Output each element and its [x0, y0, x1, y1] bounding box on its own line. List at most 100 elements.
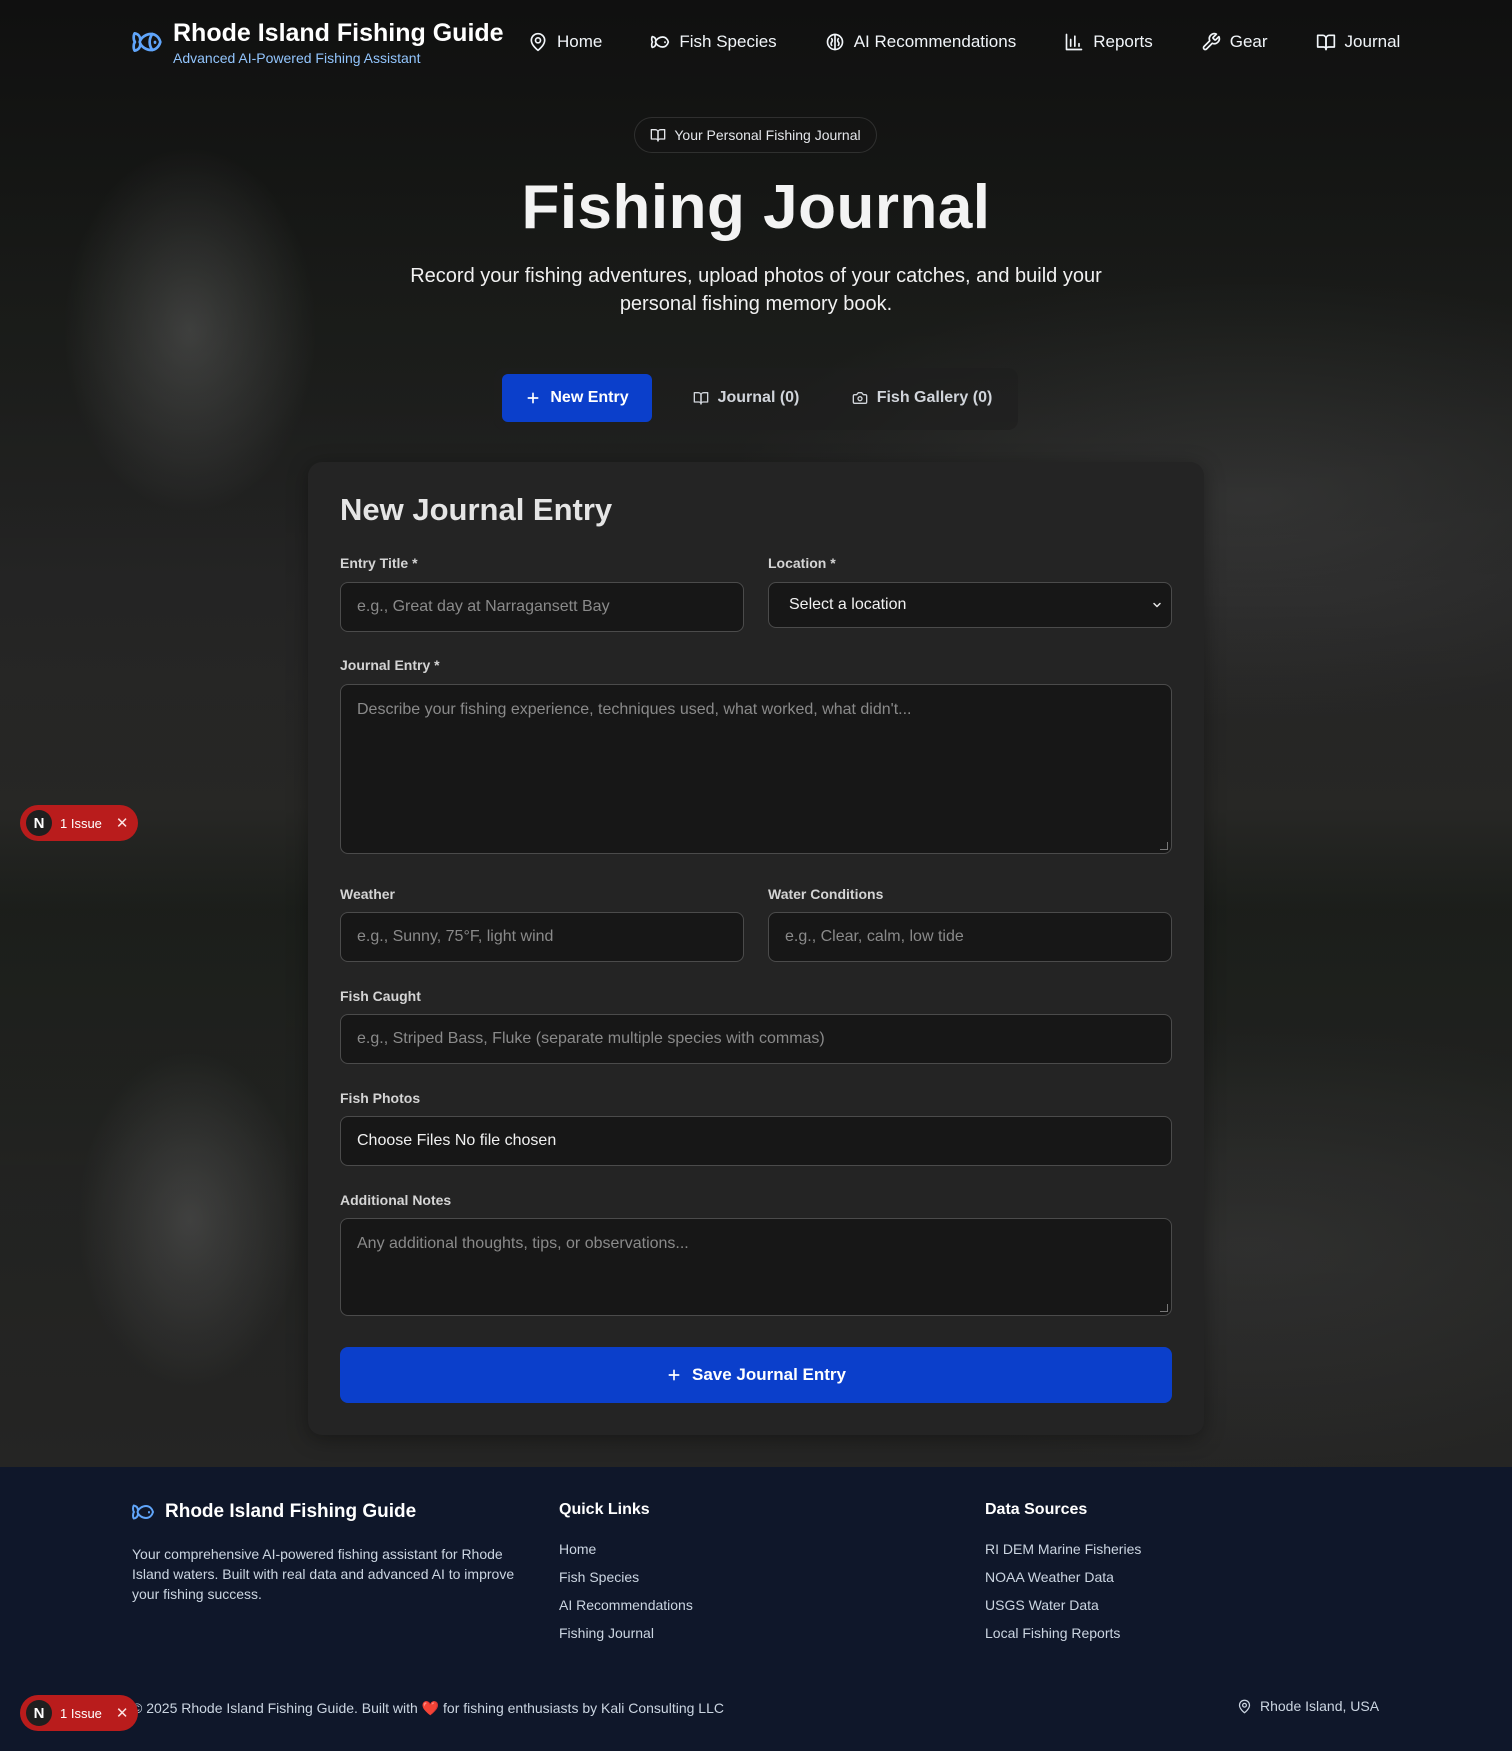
journal-tabs: New Entry Journal (0) Fish Gallery (0): [494, 368, 1018, 430]
nav-journal[interactable]: Journal: [1316, 30, 1401, 54]
fish-caught-placeholder: e.g., Striped Bass, Fluke (separate mult…: [357, 1030, 825, 1047]
resize-handle[interactable]: [1160, 842, 1168, 850]
fish-photos-file-input[interactable]: Choose Files No file chosen: [340, 1116, 1172, 1166]
footer-brand: Rhode Island Fishing Guide: [131, 1500, 416, 1524]
nav-journal-label: Journal: [1344, 32, 1401, 51]
book-icon: [693, 392, 708, 405]
book-icon: [651, 129, 666, 142]
site-title: Rhode Island Fishing Guide: [173, 19, 504, 47]
issue-badge[interactable]: N 1 Issue ✕: [20, 1695, 138, 1731]
footer-link-fishing-journal[interactable]: Fishing Journal: [559, 1625, 654, 1641]
tab-journal[interactable]: Journal (0): [666, 374, 826, 422]
journal-pill: Your Personal Fishing Journal: [634, 117, 877, 153]
copyright: © 2025 Rhode Island Fishing Guide. Built…: [132, 1700, 724, 1717]
page-title: Fishing Journal: [521, 173, 991, 242]
weather-placeholder: e.g., Sunny, 75°F, light wind: [357, 928, 554, 945]
location-select[interactable]: Select a location: [768, 582, 1172, 628]
nav-fish-species[interactable]: Fish Species: [650, 30, 777, 54]
nav-home-label: Home: [557, 32, 603, 51]
main-nav: Home Fish Species AI Recommendations Rep…: [528, 30, 1400, 54]
plus-icon: [668, 1369, 680, 1381]
site-subtitle: Advanced AI-Powered Fishing Assistant: [173, 50, 421, 66]
footer-location-label: Rhode Island, USA: [1260, 1698, 1380, 1714]
map-pin-icon: [1238, 1699, 1251, 1713]
weather-label: Weather: [340, 886, 395, 902]
additional-notes-label: Additional Notes: [340, 1192, 452, 1208]
footer: Rhode Island Fishing Guide Your comprehe…: [0, 1467, 1512, 1751]
nav-home[interactable]: Home: [528, 30, 602, 54]
nav-gear[interactable]: Gear: [1201, 30, 1268, 54]
location-select-value: Select a location: [789, 596, 907, 613]
book-icon: [1316, 34, 1335, 51]
close-icon[interactable]: ✕: [116, 814, 129, 832]
close-icon[interactable]: ✕: [116, 1704, 129, 1722]
wrench-icon: [1202, 32, 1220, 51]
fish-logo-icon: [132, 32, 162, 52]
fish-photos-label: Fish Photos: [340, 1090, 421, 1106]
tab-new-entry-label: New Entry: [550, 389, 629, 406]
nav-reports-label: Reports: [1093, 32, 1153, 51]
tab-fish-gallery-label: Fish Gallery (0): [876, 389, 993, 406]
issue-count: 1 Issue: [60, 815, 102, 831]
entry-title-placeholder: e.g., Great day at Narragansett Bay: [357, 598, 610, 615]
nav-gear-label: Gear: [1229, 32, 1268, 51]
nav-ai-recommendations-label: AI Recommendations: [853, 32, 1017, 51]
bar-chart-icon: [1065, 33, 1083, 51]
footer-location: Rhode Island, USA: [1237, 1698, 1379, 1714]
data-source-usgs[interactable]: USGS Water Data: [985, 1597, 1099, 1613]
footer-link-ai-recommendations[interactable]: AI Recommendations: [559, 1597, 693, 1613]
footer-link-fish-species[interactable]: Fish Species: [559, 1569, 639, 1585]
plus-icon: [527, 392, 539, 404]
tab-new-entry[interactable]: New Entry: [502, 374, 652, 422]
additional-notes-placeholder: Any additional thoughts, tips, or observ…: [357, 1235, 689, 1252]
data-sources-title: Data Sources: [985, 1501, 1088, 1518]
entry-title-input[interactable]: e.g., Great day at Narragansett Bay: [340, 582, 744, 632]
issue-count: 1 Issue: [60, 1705, 102, 1721]
page-description: Record your fishing adventures, upload p…: [410, 265, 1102, 315]
quick-links-title: Quick Links: [559, 1501, 650, 1518]
resize-handle[interactable]: [1160, 1304, 1168, 1312]
fish-caught-label: Fish Caught: [340, 988, 421, 1004]
brand[interactable]: Rhode Island Fishing Guide Advanced AI-P…: [131, 18, 504, 66]
heart-icon: ❤️: [421, 1700, 440, 1716]
camera-icon: [852, 392, 868, 404]
water-conditions-label: Water Conditions: [768, 886, 884, 902]
tab-fish-gallery[interactable]: Fish Gallery (0): [834, 374, 1010, 422]
water-conditions-placeholder: e.g., Clear, calm, low tide: [785, 928, 964, 945]
footer-description: Your comprehensive AI-powered fishing as…: [132, 1546, 515, 1602]
data-source-ri-dem[interactable]: RI DEM Marine Fisheries: [985, 1541, 1141, 1557]
fish-photos-value: Choose Files No file chosen: [357, 1132, 557, 1149]
location-label: Location *: [768, 555, 836, 571]
nav-ai-recommendations[interactable]: AI Recommendations: [825, 30, 1017, 54]
chevron-down-icon: [1153, 602, 1161, 608]
journal-entry-placeholder: Describe your fishing experience, techni…: [357, 701, 912, 718]
copyright-post: for fishing enthusiasts by Kali Consulti…: [443, 1700, 724, 1716]
nav-reports[interactable]: Reports: [1064, 30, 1153, 54]
water-conditions-input[interactable]: e.g., Clear, calm, low tide: [768, 912, 1172, 962]
new-entry-card: New Journal Entry Entry Title * e.g., Gr…: [308, 462, 1204, 1435]
fish-caught-input[interactable]: e.g., Striped Bass, Fluke (separate mult…: [340, 1014, 1172, 1064]
copyright-pre: © 2025 Rhode Island Fishing Guide. Built…: [132, 1700, 418, 1716]
brain-icon: [826, 33, 844, 51]
weather-input[interactable]: e.g., Sunny, 75°F, light wind: [340, 912, 744, 962]
footer-brand-label: Rhode Island Fishing Guide: [165, 1501, 417, 1522]
entry-title-label: Entry Title *: [340, 555, 418, 571]
nav-fish-species-label: Fish Species: [679, 32, 777, 51]
save-button-label: Save Journal Entry: [691, 1365, 846, 1384]
tab-journal-label: Journal (0): [717, 389, 800, 406]
form-title: New Journal Entry: [340, 492, 613, 527]
fish-logo-icon: [132, 1504, 154, 1520]
map-pin-icon: [530, 32, 546, 52]
additional-notes-textarea[interactable]: Any additional thoughts, tips, or observ…: [340, 1218, 1172, 1316]
journal-pill-label: Your Personal Fishing Journal: [674, 127, 861, 143]
footer-link-home[interactable]: Home: [559, 1541, 596, 1557]
data-source-noaa[interactable]: NOAA Weather Data: [985, 1569, 1114, 1585]
fish-icon: [651, 35, 670, 49]
save-journal-entry-button[interactable]: Save Journal Entry: [340, 1347, 1172, 1403]
issue-badge[interactable]: N 1 Issue ✕: [20, 805, 138, 841]
data-source-local-reports[interactable]: Local Fishing Reports: [985, 1625, 1120, 1641]
next-logo-icon: N: [26, 1700, 52, 1726]
journal-entry-textarea[interactable]: Describe your fishing experience, techni…: [340, 684, 1172, 854]
journal-entry-label: Journal Entry *: [340, 657, 440, 673]
next-logo-icon: N: [26, 810, 52, 836]
